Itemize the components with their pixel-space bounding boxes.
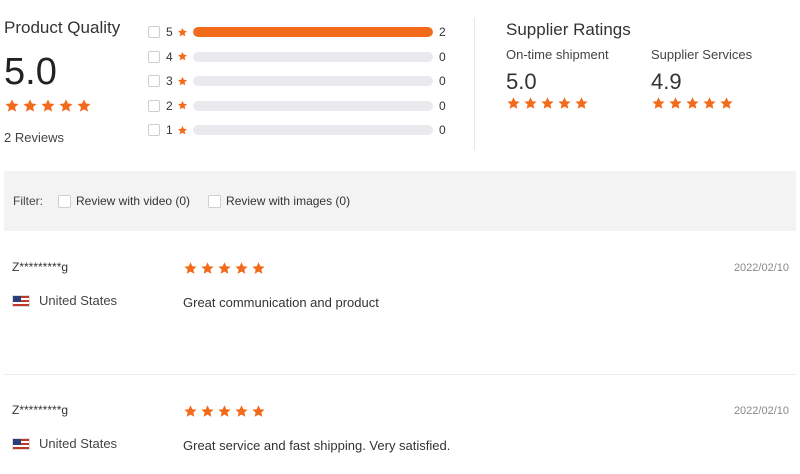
rating-row-label: 5 xyxy=(166,25,173,40)
star-icon xyxy=(234,261,249,276)
review-text: Great communication and product xyxy=(183,295,379,310)
filter-images-checkbox[interactable] xyxy=(208,194,222,208)
review-date: 2022/02/10 xyxy=(733,262,789,274)
star-icon xyxy=(183,261,198,276)
rating-bar xyxy=(193,76,433,87)
rating-bar xyxy=(193,125,433,136)
rating-row-5[interactable]: 5 2 xyxy=(148,20,458,45)
rating-row-count: 0 xyxy=(439,98,446,113)
filter-label: Filter: xyxy=(13,194,43,208)
us-flag-icon xyxy=(12,437,30,450)
rating-4-checkbox[interactable] xyxy=(148,50,160,63)
star-icon xyxy=(251,261,266,276)
rating-bar xyxy=(193,27,433,38)
filter-video-option[interactable]: Review with video (0) xyxy=(58,194,190,208)
star-icon xyxy=(177,27,188,38)
rating-row-label: 3 xyxy=(166,74,173,89)
star-icon xyxy=(540,96,555,111)
rating-row-3[interactable]: 3 0 xyxy=(148,69,458,94)
filter-images-option[interactable]: Review with images (0) xyxy=(208,194,350,208)
star-icon xyxy=(557,96,572,111)
rating-row-count: 0 xyxy=(439,49,446,64)
ontime-shipment-rating: On-time shipment 5.0 xyxy=(506,47,646,112)
star-icon xyxy=(574,96,589,111)
rating-bar-fill xyxy=(193,27,433,38)
star-icon xyxy=(177,125,188,136)
product-quality-score: 5.0 xyxy=(4,51,57,93)
section-divider xyxy=(474,18,475,150)
star-icon xyxy=(251,404,266,419)
star-icon xyxy=(76,98,92,114)
ontime-shipment-score: 5.0 xyxy=(506,69,537,94)
star-icon xyxy=(702,96,717,111)
reviewer-name: Z*********g xyxy=(12,403,69,417)
review-date: 2022/02/10 xyxy=(733,405,789,417)
filter-images-label: Review with images (0) xyxy=(226,194,351,208)
reviewer-country: United States xyxy=(12,436,117,451)
us-flag-icon xyxy=(12,294,30,307)
supplier-services-rating: Supplier Services 4.9 xyxy=(651,47,791,112)
rating-row-count: 0 xyxy=(439,74,446,89)
filter-video-label: Review with video (0) xyxy=(76,194,191,208)
product-quality-stars xyxy=(4,98,144,114)
star-icon xyxy=(651,96,666,111)
star-icon xyxy=(4,98,20,114)
supplier-services-score: 4.9 xyxy=(651,69,682,94)
star-icon xyxy=(200,261,215,276)
star-icon xyxy=(177,100,188,111)
rating-row-label: 4 xyxy=(166,49,173,64)
supplier-ratings-title: Supplier Ratings xyxy=(506,20,631,39)
star-icon xyxy=(668,96,683,111)
star-icon xyxy=(234,404,249,419)
star-icon xyxy=(506,96,521,111)
rating-5-checkbox[interactable] xyxy=(148,26,160,39)
star-icon xyxy=(523,96,538,111)
rating-1-checkbox[interactable] xyxy=(148,124,160,137)
star-icon xyxy=(685,96,700,111)
product-quality-summary: Product Quality 5.0 2 Reviews xyxy=(4,18,144,145)
review-stars xyxy=(183,261,268,281)
supplier-ratings: Supplier Ratings On-time shipment 5.0 Su… xyxy=(506,20,796,109)
rating-bar xyxy=(193,51,433,62)
review-stars xyxy=(183,404,268,424)
star-icon xyxy=(22,98,38,114)
star-icon xyxy=(217,261,232,276)
star-icon xyxy=(183,404,198,419)
star-icon xyxy=(217,404,232,419)
star-icon xyxy=(58,98,74,114)
supplier-services-label: Supplier Services xyxy=(651,47,753,62)
review-text: Great service and fast shipping. Very sa… xyxy=(183,438,451,453)
rating-row-4[interactable]: 4 0 xyxy=(148,45,458,70)
ontime-shipment-stars xyxy=(506,96,646,112)
reviewer-country: United States xyxy=(12,293,117,308)
reviewer-country-name: United States xyxy=(39,293,118,308)
star-icon xyxy=(40,98,56,114)
rating-row-2[interactable]: 2 0 xyxy=(148,94,458,119)
reviewer-name: Z*********g xyxy=(12,260,69,274)
rating-row-1[interactable]: 1 0 xyxy=(148,118,458,143)
rating-3-checkbox[interactable] xyxy=(148,75,160,88)
supplier-services-stars xyxy=(651,96,791,112)
ontime-shipment-label: On-time shipment xyxy=(506,47,609,62)
rating-bar xyxy=(193,100,433,111)
rating-row-count: 0 xyxy=(439,123,446,138)
filter-video-checkbox[interactable] xyxy=(58,194,71,208)
review-count: 2 Reviews xyxy=(4,130,64,145)
product-quality-title: Product Quality xyxy=(4,18,121,37)
rating-row-label: 2 xyxy=(166,98,173,113)
rating-distribution: 5 2 4 0 3 0 2 0 1 0 xyxy=(148,20,458,143)
star-icon xyxy=(719,96,734,111)
star-icon xyxy=(177,51,188,62)
reviewer-country-name: United States xyxy=(39,436,118,451)
rating-row-count: 2 xyxy=(439,25,446,40)
star-icon xyxy=(177,76,188,87)
review-divider xyxy=(4,374,796,375)
filter-bar: Filter: Review with video (0) Review wit… xyxy=(4,171,796,231)
rating-row-label: 1 xyxy=(166,123,173,138)
star-icon xyxy=(200,404,215,419)
rating-2-checkbox[interactable] xyxy=(148,99,160,112)
